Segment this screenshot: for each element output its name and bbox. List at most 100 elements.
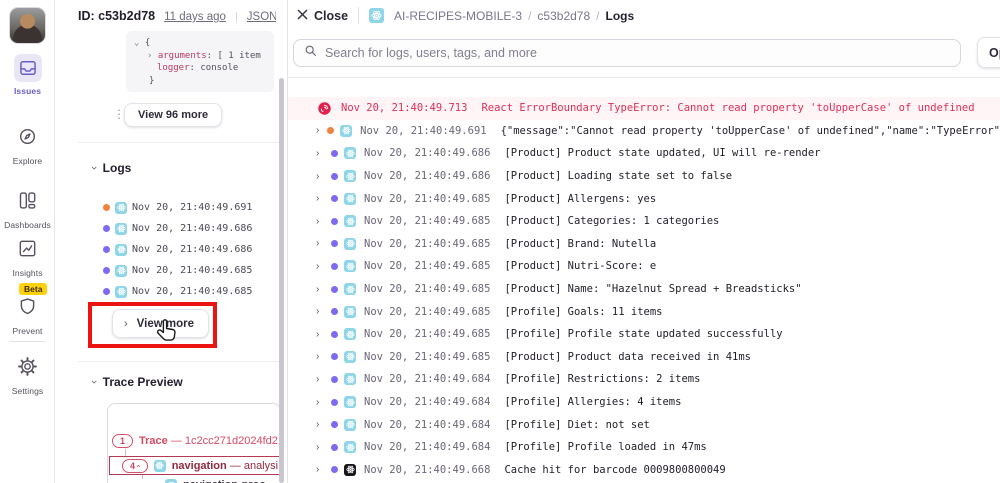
sidebar-item-insights[interactable]: Insights xyxy=(0,238,55,278)
breadcrumb-project[interactable]: AI-RECIPES-MOBILE-3 xyxy=(394,9,522,23)
log-message: [Profile] Goals: 11 items xyxy=(504,305,663,318)
log-timestamp: Nov 20, 21:40:49.685 xyxy=(364,350,491,363)
expand-chevron-icon[interactable]: › xyxy=(316,397,324,408)
expand-chevron-icon[interactable]: › xyxy=(316,148,324,159)
close-label: Close xyxy=(314,8,349,23)
react-sdk-icon xyxy=(165,479,177,483)
log-timestamp: Nov 20, 21:40:49.685 xyxy=(364,215,491,228)
expand-chevron-icon[interactable]: › xyxy=(316,125,320,136)
search-input[interactable] xyxy=(325,46,960,60)
expand-chevron-icon[interactable]: › xyxy=(316,464,324,475)
react-sdk-icon xyxy=(344,305,356,318)
search-box[interactable] xyxy=(293,39,961,67)
scrollbar-thumb[interactable] xyxy=(279,78,284,483)
log-timestamp: Nov 20, 21:40:49.684 xyxy=(364,373,491,386)
view-more-button[interactable]: › View more xyxy=(112,309,209,338)
log-row[interactable]: › Nov 20, 21:40:49.684 [Profile] Profile l… xyxy=(288,436,1000,459)
expand-chevron-icon[interactable]: › xyxy=(316,442,324,453)
close-icon xyxy=(297,9,308,23)
trace-row-root[interactable]: 1 Trace — 1c2cc271d2024fd2 xyxy=(112,434,278,448)
expand-chevron-icon[interactable]: › xyxy=(316,171,324,182)
log-message: [Product] Loading state set to false xyxy=(504,170,733,183)
expand-chevron-icon[interactable]: › xyxy=(316,306,324,317)
logs-panel: Close AI-RECIPES-MOBILE-3 / c53b2d78 / L… xyxy=(287,0,1000,483)
logs-section-header[interactable]: › Logs xyxy=(88,161,132,175)
expand-chevron-icon[interactable]: › xyxy=(316,216,324,227)
trace-preview-box: 1 Trace — 1c2cc271d2024fd2 4 › navigation… xyxy=(107,403,281,483)
log-row[interactable]: › Nov 20, 21:40:49.684 [Profile] Diet: not… xyxy=(288,413,1000,436)
sidebar-item-dashboards[interactable]: Dashboards xyxy=(0,190,55,230)
breadcrumb-event-id[interactable]: c53b2d78 xyxy=(537,9,590,23)
expand-chevron-icon[interactable]: › xyxy=(316,374,324,385)
event-log-entry[interactable]: Nov 20, 21:40:49.685 xyxy=(103,281,252,302)
span-count-badge[interactable]: 4 › xyxy=(122,458,148,473)
expand-chevron-icon[interactable]: › xyxy=(316,419,324,430)
log-row[interactable]: › Nov 20, 21:40:49.685 [Product] Allergens… xyxy=(288,187,1000,210)
react-sdk-icon xyxy=(344,328,356,341)
close-button[interactable]: Close xyxy=(297,9,348,23)
sidebar-item-label: Dashboards xyxy=(4,220,51,230)
level-dot xyxy=(331,330,338,338)
react-sdk-icon xyxy=(344,260,356,273)
sidebar-item-prevent[interactable]: Prevent xyxy=(0,296,55,336)
trace-row-child[interactable]: navigation-proc xyxy=(165,479,266,483)
level-dot xyxy=(331,466,338,474)
trace-title: Trace xyxy=(139,435,168,447)
log-row[interactable]: › Nov 20, 21:40:49.686 [Product] Loading s… xyxy=(288,165,1000,188)
expand-chevron-icon[interactable]: › xyxy=(316,351,324,362)
log-row[interactable]: › Nov 20, 21:40:49.684 [Profile] Restricti… xyxy=(288,368,1000,391)
expand-chevron-icon[interactable]: › xyxy=(316,193,324,204)
log-row-error[interactable]: Nov 20, 21:40:49.713 React ErrorBoundary … xyxy=(288,97,1000,120)
log-row[interactable]: › Nov 20, 21:40:49.685 [Product] Categorie… xyxy=(288,210,1000,233)
log-message: {"message":"Cannot read property 'toUppe… xyxy=(500,124,1000,137)
log-row[interactable]: › Nov 20, 21:40:49.685 [Profile] Profile s… xyxy=(288,323,1000,346)
span-description: analysi xyxy=(243,459,279,472)
event-age-link[interactable]: 11 days ago xyxy=(164,11,226,23)
event-log-entry[interactable]: Nov 20, 21:40:49.686 xyxy=(103,218,252,239)
event-detail-panel: ID: c53b2d78 11 days ago | JSON ⌄ { › ar… xyxy=(56,0,287,483)
span-count-badge[interactable]: 1 xyxy=(112,434,134,448)
log-row[interactable]: › Nov 20, 21:40:49.685 [Product] Nutri-Sco… xyxy=(288,255,1000,278)
log-row[interactable]: › Nov 20, 21:40:49.668 Cache hit for barco… xyxy=(288,459,1000,482)
json-link[interactable]: JSON xyxy=(247,11,276,23)
drag-handle-icon[interactable]: ⋮ xyxy=(113,107,125,121)
expand-chevron-icon[interactable]: › xyxy=(316,284,324,295)
event-id-label: ID: c53b2d78 xyxy=(78,9,156,23)
log-row[interactable]: › Nov 20, 21:40:49.685 [Product] Brand: Nu… xyxy=(288,233,1000,256)
expand-chevron-icon[interactable]: › xyxy=(316,238,324,249)
sidebar-item-explore[interactable]: Explore xyxy=(0,126,55,166)
expand-chevron-icon[interactable]: › xyxy=(316,329,324,340)
event-log-entry[interactable]: Nov 20, 21:40:49.686 xyxy=(103,239,252,260)
sentry-error-icon xyxy=(318,102,331,115)
sidebar-item-settings[interactable]: Settings xyxy=(0,356,55,396)
user-avatar[interactable] xyxy=(9,7,46,44)
level-dot xyxy=(103,267,110,274)
expand-chevron-icon[interactable]: › xyxy=(316,261,324,272)
event-log-entry[interactable]: Nov 20, 21:40:49.691 xyxy=(103,197,252,218)
level-dot xyxy=(331,398,338,406)
log-timestamp: Nov 20, 21:40:49.686 xyxy=(132,223,253,234)
sidebar-item-issues[interactable]: Issues xyxy=(0,54,55,96)
log-row[interactable]: › Nov 20, 21:40:49.691 {"message":"Cannot … xyxy=(288,120,1000,143)
view-96-more-button[interactable]: View 96 more xyxy=(124,103,223,127)
log-row[interactable]: › Nov 20, 21:40:49.686 [Product] Product s… xyxy=(288,142,1000,165)
event-log-entry[interactable]: Nov 20, 21:40:49.685 xyxy=(103,260,252,281)
open-button[interactable]: Op xyxy=(977,37,1000,68)
log-message: [Product] Nutri-Score: e xyxy=(504,260,657,273)
console-args-code-block[interactable]: ⌄ { › arguments: [ 1 item logger: consol… xyxy=(126,31,274,92)
log-row[interactable]: › Nov 20, 21:40:49.685 [Profile] Goals: 11… xyxy=(288,300,1000,323)
divider xyxy=(78,361,279,362)
log-timestamp: Nov 20, 21:40:49.686 xyxy=(364,170,491,183)
log-row[interactable]: › Nov 20, 21:40:49.685 [Product] Name: "Ha… xyxy=(288,278,1000,301)
compass-icon xyxy=(17,126,38,152)
level-dot xyxy=(103,246,110,253)
log-row[interactable]: › Nov 20, 21:40:49.685 [Product] Product d… xyxy=(288,346,1000,369)
event-logs-entries: Nov 20, 21:40:49.691 Nov 20, 21:40:49.686… xyxy=(103,197,252,302)
log-message: [Product] Name: "Hazelnut Spread + Bread… xyxy=(504,283,802,296)
log-row[interactable]: › Nov 20, 21:40:49.684 [Profile] Allergies… xyxy=(288,391,1000,414)
react-sdk-icon xyxy=(115,201,127,214)
trace-row-navigation[interactable]: 4 › navigation — analysi xyxy=(109,456,280,475)
log-timestamp: Nov 20, 21:40:49.685 xyxy=(364,328,491,341)
log-message: [Profile] Restrictions: 2 items xyxy=(504,373,701,386)
trace-section-header[interactable]: › Trace Preview xyxy=(88,375,183,389)
